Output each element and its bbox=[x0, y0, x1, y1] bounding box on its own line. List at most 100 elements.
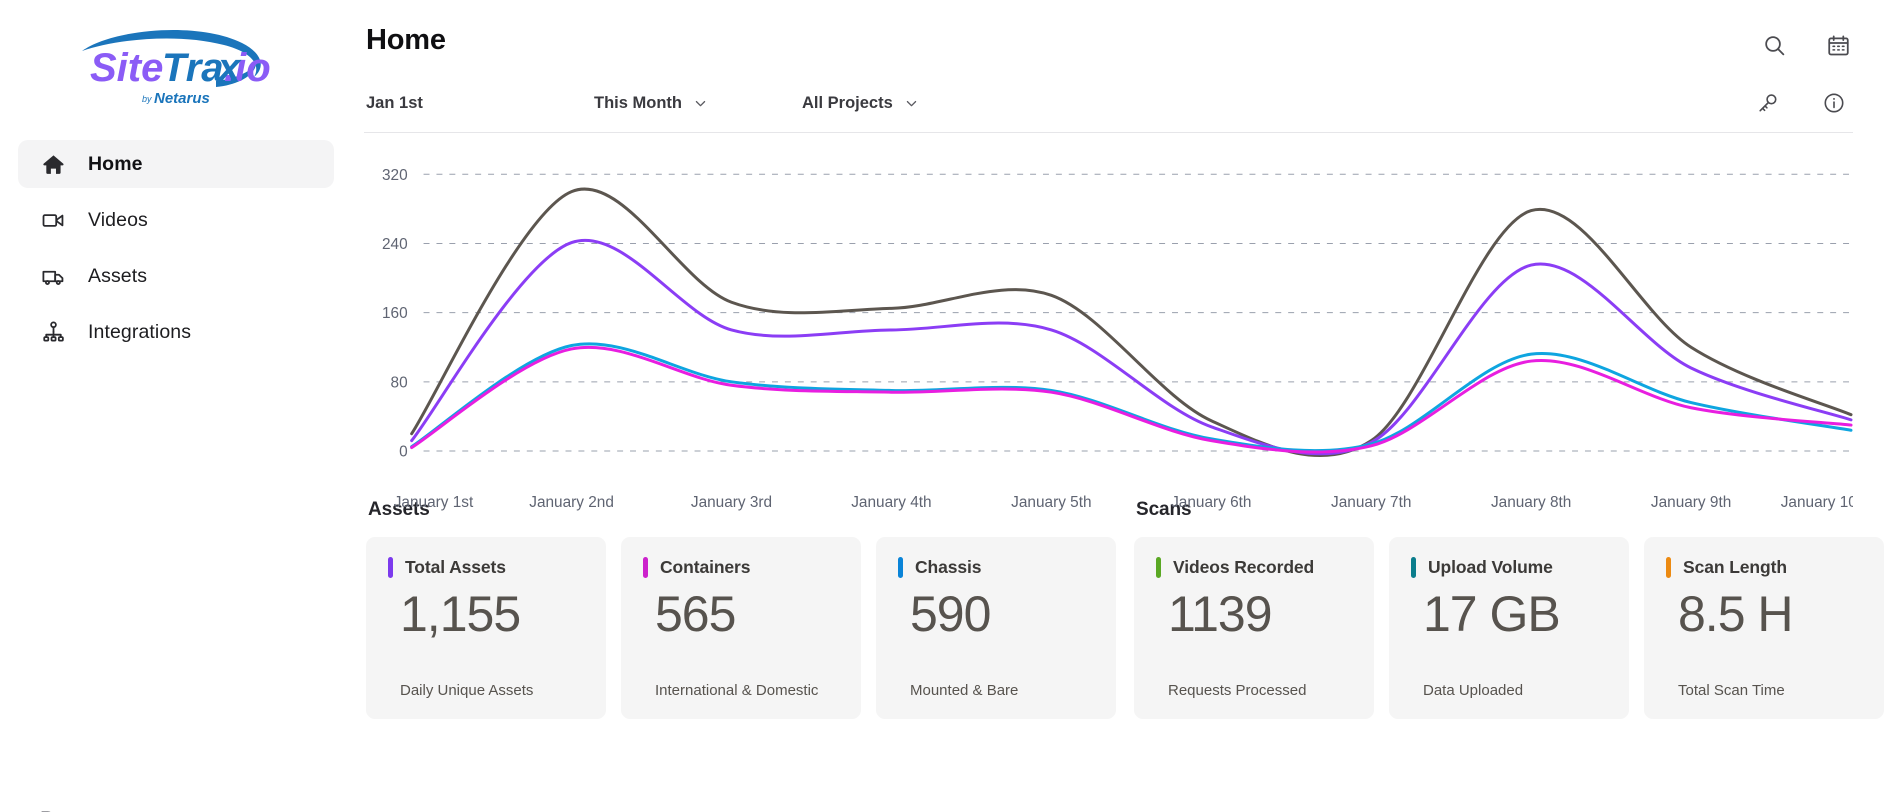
brand-logo[interactable]: Site Tra .io x by Netarus bbox=[0, 14, 352, 118]
sidebar-item-videos[interactable]: Videos bbox=[18, 196, 334, 244]
key-icon[interactable] bbox=[1753, 88, 1783, 118]
sidebar-item-label: Assets bbox=[88, 264, 148, 287]
svg-text:January 5th: January 5th bbox=[1011, 494, 1091, 511]
card-header: Upload Volume bbox=[1411, 557, 1607, 578]
truck-icon bbox=[40, 263, 66, 289]
svg-text:January 6th: January 6th bbox=[1171, 494, 1251, 511]
sitetrax-logo: Site Tra .io x by Netarus bbox=[66, 23, 286, 109]
metrics-line-chart[interactable]: 320 240 160 80 0 January 1st January 2nd Janua… bbox=[364, 143, 1853, 511]
chart-xtick-labels: January 1st January 2nd January 3rd January… bbox=[394, 494, 1853, 511]
video-camera-icon bbox=[40, 207, 66, 233]
chevron-down-icon bbox=[693, 96, 708, 111]
accent-bar bbox=[1411, 557, 1416, 578]
card-title: Videos Recorded bbox=[1173, 557, 1315, 577]
card-subtitle: Mounted & Bare bbox=[910, 682, 1019, 699]
card-title: Containers bbox=[660, 557, 751, 577]
svg-text:January 2nd: January 2nd bbox=[529, 494, 614, 511]
period-dropdown-label: This Month bbox=[594, 93, 682, 112]
card-value: 17 GB bbox=[1423, 586, 1561, 642]
card-value: 1,155 bbox=[400, 586, 521, 642]
filter-icon-group bbox=[1753, 88, 1853, 118]
sidebar-nav: Home Videos Assets Integrations bbox=[0, 140, 352, 356]
chart-xaxis: January 1st January 2nd January 3rd January… bbox=[394, 494, 1853, 511]
search-icon[interactable] bbox=[1759, 30, 1789, 60]
svg-text:by: by bbox=[142, 94, 152, 104]
svg-text:January 8th: January 8th bbox=[1491, 494, 1571, 511]
sidebar: Site Tra .io x by Netarus Home Videos As… bbox=[0, 0, 352, 812]
page-title: Home bbox=[366, 24, 446, 56]
app-root: Site Tra .io x by Netarus Home Videos As… bbox=[0, 0, 1895, 812]
sidebar-item-assets[interactable]: Assets bbox=[18, 252, 334, 300]
main-content: Home Jan 1st This Month All Projects 320… bbox=[352, 0, 1895, 812]
svg-text:240: 240 bbox=[382, 236, 408, 253]
stat-sections: Assets Total Assets 1,155 Daily Unique A… bbox=[364, 499, 1884, 719]
svg-text:January 3rd: January 3rd bbox=[691, 494, 772, 511]
card-subtitle: Daily Unique Assets bbox=[400, 682, 534, 699]
top-icon-group bbox=[1759, 24, 1853, 60]
sidebar-item-label: Reports bbox=[40, 808, 109, 812]
svg-text:160: 160 bbox=[382, 305, 408, 322]
sidebar-item-integrations[interactable]: Integrations bbox=[18, 308, 334, 356]
logo-graphic: Site Tra .io x by Netarus bbox=[82, 29, 271, 107]
card-value: 565 bbox=[655, 586, 736, 642]
card-value: 1139 bbox=[1168, 586, 1273, 642]
chevron-down-icon bbox=[904, 96, 919, 111]
sidebar-item-label: Integrations bbox=[88, 320, 192, 343]
accent-bar bbox=[388, 557, 393, 578]
svg-text:0: 0 bbox=[399, 443, 408, 460]
info-icon[interactable] bbox=[1819, 88, 1849, 118]
accent-bar bbox=[898, 557, 903, 578]
chart-series-group bbox=[410, 187, 1853, 457]
home-icon bbox=[40, 151, 66, 177]
svg-text:Netarus: Netarus bbox=[154, 90, 210, 107]
svg-text:January 9th: January 9th bbox=[1651, 494, 1731, 511]
chart-line-chassis bbox=[410, 342, 1853, 453]
accent-bar bbox=[1156, 557, 1161, 578]
date-label[interactable]: Jan 1st bbox=[366, 94, 594, 113]
chart-line-scans bbox=[410, 345, 1853, 454]
card-header: Chassis bbox=[898, 557, 1094, 578]
chart-line-containers bbox=[410, 238, 1853, 456]
card-title: Total Assets bbox=[405, 557, 506, 577]
stat-card-scan-length[interactable]: Scan Length 8.5 H Total Scan Time bbox=[1644, 537, 1884, 719]
calendar-icon[interactable] bbox=[1823, 30, 1853, 60]
stat-card-videos-recorded[interactable]: Videos Recorded 1139 Requests Processed bbox=[1134, 537, 1374, 719]
stat-card-chassis[interactable]: Chassis 590 Mounted & Bare bbox=[876, 537, 1116, 719]
stat-card-total-assets[interactable]: Total Assets 1,155 Daily Unique Assets bbox=[366, 537, 606, 719]
stat-card-containers[interactable]: Containers 565 International & Domestic bbox=[621, 537, 861, 719]
svg-text:80: 80 bbox=[391, 374, 408, 391]
card-value: 8.5 H bbox=[1678, 586, 1794, 642]
accent-bar bbox=[643, 557, 648, 578]
sidebar-item-label: Videos bbox=[88, 208, 148, 231]
project-dropdown[interactable]: All Projects bbox=[802, 94, 919, 113]
filter-bar: Jan 1st This Month All Projects bbox=[364, 80, 1853, 126]
card-header: Scan Length bbox=[1666, 557, 1862, 578]
card-subtitle: Total Scan Time bbox=[1678, 682, 1785, 699]
sidebar-item-label: Home bbox=[88, 152, 143, 175]
header-divider bbox=[364, 132, 1853, 133]
card-title: Chassis bbox=[915, 557, 982, 577]
svg-text:Tra: Tra bbox=[162, 46, 224, 90]
chart-gridlines bbox=[423, 173, 1852, 452]
stat-card-upload-volume[interactable]: Upload Volume 17 GB Data Uploaded bbox=[1389, 537, 1629, 719]
accent-bar bbox=[1666, 557, 1671, 578]
card-title: Upload Volume bbox=[1428, 557, 1553, 577]
sidebar-item-reports[interactable]: Reports bbox=[18, 795, 334, 812]
svg-text:Site: Site bbox=[90, 46, 163, 90]
svg-text:x: x bbox=[216, 46, 242, 90]
project-dropdown-label: All Projects bbox=[801, 93, 893, 112]
svg-text:January 7th: January 7th bbox=[1331, 494, 1411, 511]
card-subtitle: Requests Processed bbox=[1168, 682, 1307, 699]
section-scans: Scans Videos Recorded 1139 Requests Proc… bbox=[1134, 499, 1884, 719]
card-value: 590 bbox=[910, 586, 991, 642]
card-subtitle: Data Uploaded bbox=[1423, 682, 1524, 699]
sidebar-item-home[interactable]: Home bbox=[18, 140, 334, 188]
card-header: Videos Recorded bbox=[1156, 557, 1352, 578]
card-subtitle: International & Domestic bbox=[655, 682, 819, 699]
period-dropdown[interactable]: This Month bbox=[594, 94, 708, 113]
svg-text:January 4th: January 4th bbox=[851, 494, 931, 511]
top-bar: Home bbox=[364, 0, 1853, 66]
assets-card-list: Total Assets 1,155 Daily Unique Assets C… bbox=[366, 537, 1134, 719]
svg-text:January 1st: January 1st bbox=[394, 494, 474, 511]
scans-card-list: Videos Recorded 1139 Requests Processed … bbox=[1134, 537, 1884, 719]
